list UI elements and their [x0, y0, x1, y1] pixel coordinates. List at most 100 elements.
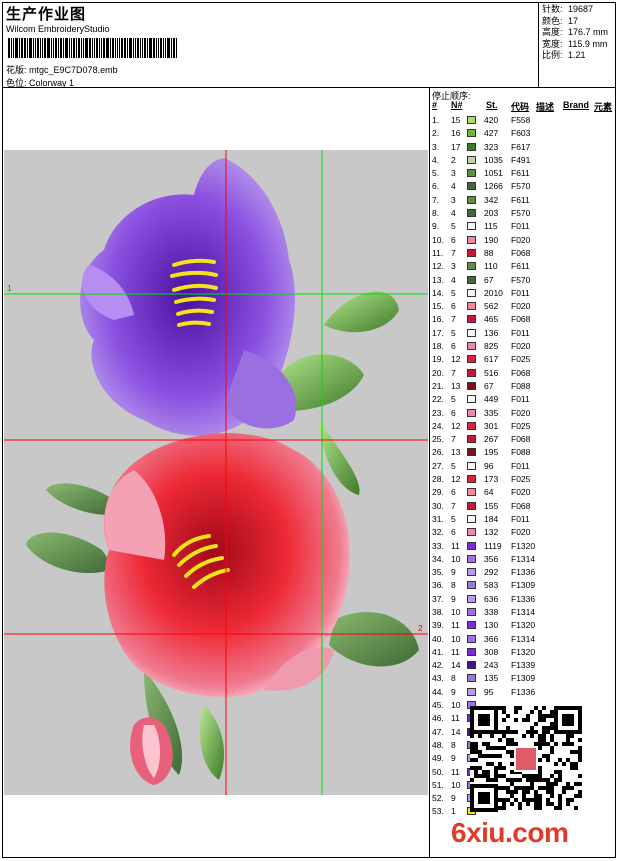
color-swatch	[467, 155, 476, 164]
row-index: 30.	[432, 500, 444, 511]
colorway-name: Colorway 1	[29, 78, 75, 88]
row-color-number: 9	[451, 567, 456, 578]
row-index: 42.	[432, 660, 444, 671]
row-color-number: 8	[451, 580, 456, 591]
row-index: 51.	[432, 779, 444, 790]
table-row: 8. 4 203 F570	[430, 207, 617, 220]
barcode-bar	[137, 38, 139, 58]
barcode-bar	[78, 38, 80, 58]
barcode	[8, 38, 204, 58]
row-code: F068	[511, 500, 531, 511]
row-color-number: 8	[451, 673, 456, 684]
table-row: 26. 13 195 F088	[430, 446, 617, 459]
barcode-bar	[29, 38, 32, 58]
barcode-bar	[171, 38, 172, 58]
row-color-number: 5	[451, 287, 456, 298]
row-index: 37.	[432, 593, 444, 604]
row-index: 40.	[432, 633, 444, 644]
barcode-bar	[24, 38, 26, 58]
row-index: 27.	[432, 460, 444, 471]
row-color-number: 10	[451, 700, 461, 711]
barcode-bar	[115, 38, 116, 58]
barcode-bar	[92, 38, 93, 58]
embroidery-artwork	[4, 150, 428, 795]
row-color-number: 5	[451, 394, 456, 405]
color-swatch	[467, 435, 476, 444]
barcode-bar	[94, 38, 95, 58]
row-index: 53.	[432, 806, 444, 817]
row-index: 20.	[432, 367, 444, 378]
row-color-number: 13	[451, 447, 461, 458]
design-name-row: 花版: mtgc_E9C7D078.emb	[6, 63, 118, 76]
col-n: N#	[451, 100, 463, 110]
barcode-bar	[165, 38, 166, 58]
stat-value: 19687	[568, 4, 594, 14]
barcode-bar	[158, 38, 159, 58]
stat-label: 高度:	[542, 27, 563, 38]
row-code: F1320	[511, 620, 536, 631]
barcode-bar	[8, 38, 10, 58]
color-swatch	[467, 302, 476, 311]
design-label: 花版:	[6, 65, 27, 75]
row-code: F020	[511, 527, 531, 538]
row-color-number: 12	[451, 354, 461, 365]
barcode-bar	[11, 38, 12, 58]
guide-label-1: 1	[7, 284, 12, 293]
barcode-bar	[76, 38, 77, 58]
col-desc: 描述	[536, 102, 555, 112]
row-stitches: 356	[484, 553, 499, 564]
barcode-bar	[63, 38, 64, 58]
row-code: F020	[511, 341, 531, 352]
table-row: 37. 9 636 F1336	[430, 593, 617, 606]
color-swatch	[467, 116, 476, 124]
color-swatch	[467, 647, 476, 656]
row-color-number: 9	[451, 593, 456, 604]
col-elem: 元素	[594, 102, 613, 112]
barcode-bar	[58, 38, 59, 58]
barcode-bar	[27, 38, 28, 58]
row-stitches: 292	[484, 567, 499, 578]
table-row: 38. 10 338 F1314	[430, 606, 617, 619]
design-preview: 1 2	[4, 150, 428, 795]
table-row: 33. 11 1119 F1320	[430, 540, 617, 553]
row-stitches: 449	[484, 394, 499, 405]
row-stitches: 67	[484, 380, 494, 391]
row-code: F011	[511, 287, 530, 298]
row-color-number: 14	[451, 660, 461, 671]
table-row: 16. 7 465 F068	[430, 313, 617, 326]
stat-row: 针数: 19687	[542, 4, 616, 16]
row-index: 13.	[432, 274, 444, 285]
col-code: 代码	[511, 102, 530, 112]
row-stitches: 1119	[484, 540, 502, 551]
row-stitches: 301	[484, 420, 499, 431]
stat-row: 比例: 1.21	[542, 50, 616, 62]
row-color-number: 10	[451, 633, 461, 644]
col-num: #	[432, 100, 438, 110]
row-color-number: 8	[451, 739, 456, 750]
color-swatch	[467, 395, 476, 404]
table-row: 19. 12 617 F025	[430, 353, 617, 366]
stat-row: 宽度: 115.9 mm	[542, 39, 616, 51]
barcode-bar	[173, 38, 175, 58]
barcode-bar	[96, 38, 98, 58]
colorway-label: 色位:	[6, 78, 27, 88]
row-index: 28.	[432, 474, 444, 485]
table-row: 18. 6 825 F020	[430, 340, 617, 353]
color-swatch	[467, 475, 476, 484]
color-swatch	[467, 342, 476, 351]
leaf-bottom-right	[199, 705, 224, 780]
row-index: 33.	[432, 540, 444, 551]
row-index: 2.	[432, 128, 440, 139]
color-swatch	[467, 288, 476, 297]
row-color-number: 10	[451, 553, 461, 564]
color-swatch	[467, 195, 476, 204]
row-stitches: 1266	[484, 181, 503, 192]
color-swatch	[467, 355, 476, 364]
row-color-number: 9	[451, 793, 456, 804]
header-info: 生产作业图 Wilcom EmbroideryStudio 花版: mtgc_E…	[2, 2, 539, 88]
row-code: F1339	[511, 660, 536, 671]
table-row: 17. 5 136 F011	[430, 327, 617, 340]
row-index: 24.	[432, 420, 444, 431]
table-row: 32. 6 132 F020	[430, 526, 617, 539]
row-code: F1314	[511, 606, 536, 617]
